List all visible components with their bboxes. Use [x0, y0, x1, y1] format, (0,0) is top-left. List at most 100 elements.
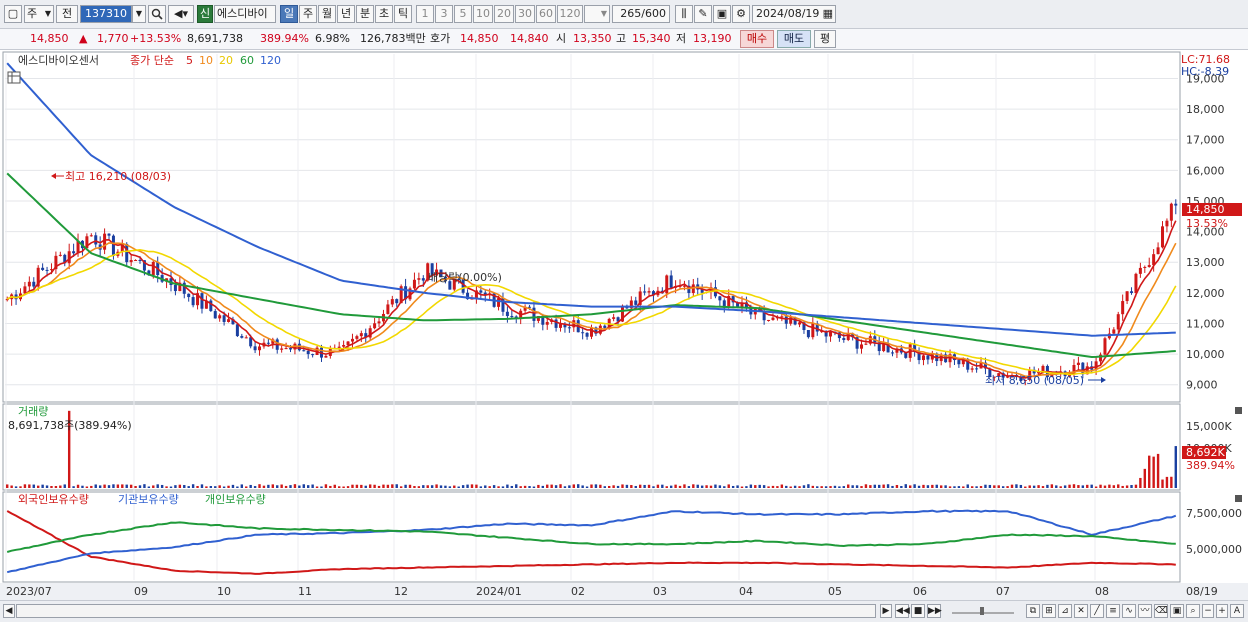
candle-body	[890, 352, 894, 354]
gear-icon[interactable]: ⚙	[732, 5, 750, 23]
code-input[interactable]: 137310	[80, 5, 132, 23]
volume-bar	[196, 485, 199, 488]
minute-10[interactable]: 10	[473, 5, 493, 23]
candle-body	[842, 338, 846, 341]
period-second[interactable]: 초	[375, 5, 393, 23]
candle-body	[45, 269, 49, 271]
fib-icon[interactable]: ∿	[1122, 604, 1136, 618]
speaker-icon[interactable]: ◀▾	[168, 5, 194, 23]
minute-custom-select[interactable]: ▼	[584, 5, 610, 23]
volume-bar	[41, 484, 44, 488]
high-price: 15,340	[632, 32, 671, 45]
volume-bar	[563, 486, 567, 488]
calendar-icon[interactable]: ▦	[823, 6, 833, 22]
copy-icon[interactable]: ⧉	[1026, 604, 1040, 618]
candle-body	[222, 315, 226, 322]
image-icon[interactable]: ▣	[1170, 604, 1184, 618]
period-year[interactable]: 년	[337, 5, 355, 23]
holding-close-icon[interactable]	[1235, 495, 1242, 502]
draw-tool-icon[interactable]: ✎	[694, 5, 712, 23]
volume-bar	[1046, 484, 1049, 488]
volume-bar	[307, 485, 310, 488]
candle-body	[1116, 314, 1120, 330]
period-week[interactable]: 주	[299, 5, 317, 23]
volume-bar	[1161, 479, 1164, 488]
minute-60[interactable]: 60	[536, 5, 556, 23]
period-tick[interactable]: 틱	[394, 5, 412, 23]
eraser-icon[interactable]: ⌫	[1154, 604, 1168, 618]
candle-body	[342, 344, 346, 347]
volume-bar	[559, 484, 562, 488]
minute-5[interactable]: 5	[454, 5, 472, 23]
code-dropdown-icon[interactable]: ▼	[132, 5, 146, 23]
eval-button[interactable]: 평	[814, 30, 836, 48]
new-button[interactable]: 신	[197, 5, 213, 23]
rewind-icon[interactable]: ◀◀	[895, 604, 910, 618]
chart-svg[interactable]: 에스디바이오센서 종가 단순 5 10 20 60 120 LC:71.68 H…	[0, 50, 1248, 600]
cross-icon[interactable]: ✕	[1074, 604, 1088, 618]
date-field[interactable]: 2024/08/19 ▦	[752, 5, 836, 23]
period-day[interactable]: 일	[280, 5, 298, 23]
candle-icon[interactable]: ⫼	[675, 5, 693, 23]
table-icon[interactable]	[7, 71, 21, 84]
x-axis-label: 12	[394, 585, 408, 598]
minute-1[interactable]: 1	[416, 5, 434, 23]
x-axis-band	[0, 583, 1248, 600]
volume-bar	[81, 485, 84, 488]
minute-30[interactable]: 30	[515, 5, 535, 23]
lines-icon[interactable]: ≡	[1106, 604, 1120, 618]
scroll-right-icon[interactable]: ▶	[880, 604, 892, 618]
max-annotation: 최고 16,210 (08/03)	[65, 170, 171, 183]
stock-name[interactable]: 에스디바이	[214, 5, 276, 23]
current-price: 14,850	[30, 32, 69, 45]
volume-bar	[519, 486, 522, 488]
mode-select[interactable]: 주 ▼	[24, 5, 54, 23]
volume-value: 8,691,738	[187, 32, 243, 45]
volume-bar	[692, 484, 695, 488]
horizontal-scrollbar[interactable]	[16, 604, 876, 618]
sell-button[interactable]: 매도	[777, 30, 811, 48]
minute-3[interactable]: 3	[435, 5, 453, 23]
candle-body	[311, 354, 315, 356]
volume-bar	[391, 484, 394, 488]
stop-icon[interactable]: ■	[911, 604, 925, 618]
count-field[interactable]: 265/600	[612, 5, 670, 23]
volume-bar	[705, 485, 708, 488]
min-annotation: 최저 8,650 (08/05)	[985, 374, 1084, 387]
volume-bar	[758, 484, 761, 488]
zoom-out-icon[interactable]: −	[1202, 604, 1214, 618]
buy-button[interactable]: 매수	[740, 30, 774, 48]
trend-icon[interactable]: ╱	[1090, 604, 1104, 618]
candle-body	[603, 325, 607, 328]
price-tick-label: 12,000	[1186, 287, 1225, 300]
window-icon[interactable]: ▢	[4, 5, 22, 23]
period-minute[interactable]: 분	[356, 5, 374, 23]
period-month[interactable]: 월	[318, 5, 336, 23]
ruler-icon[interactable]: ⊿	[1058, 604, 1072, 618]
scroll-left-icon[interactable]: ◀	[3, 604, 15, 618]
font-size-icon[interactable]: A	[1230, 604, 1244, 618]
volume-close-icon[interactable]	[1235, 407, 1242, 414]
zoom-in-icon[interactable]: +	[1216, 604, 1228, 618]
volume-bar	[76, 484, 80, 488]
save-icon[interactable]: ▣	[713, 5, 731, 23]
minute-20[interactable]: 20	[494, 5, 514, 23]
period-select[interactable]: 전	[56, 5, 78, 23]
chart-area[interactable]: 에스디바이오센서 종가 단순 5 10 20 60 120 LC:71.68 H…	[0, 50, 1248, 600]
candle-body	[811, 323, 815, 338]
zoom-slider[interactable]	[950, 604, 1016, 618]
volume-bar	[939, 485, 943, 488]
volume-bar	[368, 484, 372, 488]
volume-bar	[32, 484, 35, 488]
search-icon[interactable]	[148, 5, 166, 23]
volume-bar	[723, 486, 726, 488]
forward-icon[interactable]: ▶▶	[927, 604, 942, 618]
volume-bar	[160, 484, 164, 488]
candle-body	[191, 297, 195, 306]
search-zoom-icon[interactable]: ⌕	[1186, 604, 1200, 618]
minute-120[interactable]: 120	[557, 5, 583, 23]
volume-bar	[953, 486, 956, 488]
volume-bar	[789, 486, 792, 488]
wave-icon[interactable]: 〰	[1138, 604, 1152, 618]
split-icon[interactable]: ⊞	[1042, 604, 1056, 618]
